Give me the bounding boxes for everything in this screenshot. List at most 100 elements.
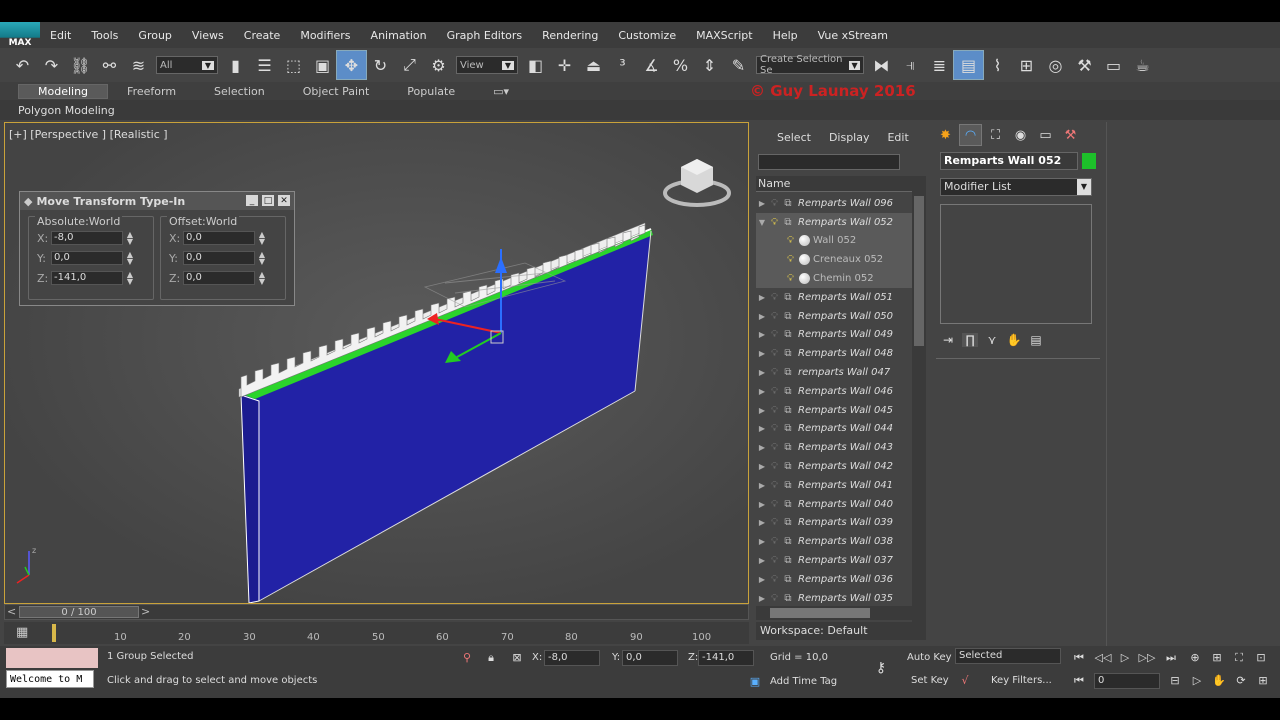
menu-tools[interactable]: Tools (81, 29, 128, 42)
explorer-child-row[interactable]: 💡︎ Wall 052 (756, 231, 912, 251)
show-end-result-icon[interactable]: ∏ (962, 333, 978, 347)
explorer-column-header[interactable]: Name (756, 176, 918, 192)
explorer-tab-display[interactable]: Display (820, 131, 879, 144)
explorer-row[interactable]: ▶ 💡︎ ⧉ Remparts Wall 038 (756, 532, 912, 551)
object-color-swatch[interactable] (1082, 153, 1096, 169)
explorer-row[interactable]: ▶ 💡︎ ⧉ Remparts Wall 041 (756, 476, 912, 495)
explorer-horizontal-scrollbar[interactable] (756, 606, 912, 620)
maximize-viewport-icon[interactable]: ⊞ (1254, 673, 1272, 689)
next-frame-icon[interactable]: ▷▷ (1138, 650, 1156, 666)
light-bulb-icon[interactable]: 💡︎ (768, 386, 781, 397)
explorer-row[interactable]: ▼ 💡︎ ⧉ Remparts Wall 052 (756, 212, 912, 232)
chevron-right-icon[interactable]: ▶ (756, 330, 768, 339)
menu-modifiers[interactable]: Modifiers (290, 29, 360, 42)
zoom-icon[interactable]: ⊕ (1186, 650, 1204, 666)
hierarchy-tab-icon[interactable]: ⛶ (984, 124, 1007, 146)
light-bulb-icon[interactable]: 💡︎ (768, 198, 781, 209)
explorer-tab-edit[interactable]: Edit (878, 131, 917, 144)
chevron-right-icon[interactable]: ▶ (756, 312, 768, 321)
current-frame-field[interactable]: 0 (1094, 673, 1160, 689)
tab-freeform[interactable]: Freeform (108, 85, 195, 98)
explorer-row[interactable]: ▶ 💡︎ ⧉ Remparts Wall 039 (756, 514, 912, 533)
light-bulb-icon[interactable]: 💡︎ (768, 517, 781, 528)
menu-rendering[interactable]: Rendering (532, 29, 608, 42)
tab-selection[interactable]: Selection (195, 85, 284, 98)
field-of-view-icon[interactable]: ▷ (1188, 673, 1206, 689)
curve-editor-icon[interactable]: ⌇ (983, 51, 1012, 79)
manipulate-icon[interactable]: ✛ (550, 51, 579, 79)
chevron-right-icon[interactable]: ▶ (756, 481, 768, 490)
light-bulb-icon[interactable]: 💡︎ (784, 254, 797, 265)
light-bulb-icon[interactable]: 💡︎ (768, 292, 781, 303)
remove-modifier-icon[interactable]: ✋ (1006, 333, 1022, 347)
explorer-row[interactable]: ▶ 💡︎ ⧉ Remparts Wall 035 (756, 589, 912, 608)
menu-maxscript[interactable]: MAXScript (686, 29, 762, 42)
light-bulb-icon[interactable]: 💡︎ (768, 574, 781, 585)
explorer-row[interactable]: ▶ 💡︎ ⧉ Remparts Wall 046 (756, 382, 912, 401)
explorer-row[interactable]: ▶ 💡︎ ⧉ Remparts Wall 040 (756, 495, 912, 514)
select-and-place-icon[interactable]: ⚙ (424, 51, 453, 79)
chevron-right-icon[interactable]: ▶ (756, 349, 768, 358)
time-slider[interactable]: < 0 / 100 > (4, 604, 749, 620)
minimize-icon[interactable]: _ (245, 194, 259, 207)
app-logo-button[interactable]: MAX (0, 22, 40, 48)
snaps-toggle-icon[interactable]: ³ (608, 51, 637, 79)
key-mode-toggle-icon[interactable]: ⏮ (1070, 673, 1088, 689)
rampart-wall-model[interactable] (238, 222, 653, 603)
light-bulb-icon[interactable]: 💡︎ (768, 423, 781, 434)
light-bulb-icon[interactable]: 💡︎ (768, 499, 781, 510)
menu-group[interactable]: Group (128, 29, 182, 42)
zoom-all-icon[interactable]: ⊞ (1208, 650, 1226, 666)
explorer-row[interactable]: ▶ 💡︎ ⧉ Remparts Wall 049 (756, 326, 912, 345)
add-time-tag-button[interactable]: Add Time Tag (770, 674, 837, 690)
light-bulb-icon[interactable]: 💡︎ (768, 367, 781, 378)
explorer-child-row[interactable]: 💡︎ Creneaux 052 (756, 250, 912, 270)
chevron-right-icon[interactable]: ▶ (756, 518, 768, 527)
zoom-extents-all-icon[interactable]: ⊡ (1252, 650, 1270, 666)
light-bulb-icon[interactable]: 💡︎ (768, 480, 781, 491)
go-to-start-icon[interactable]: ⏮ (1070, 650, 1088, 666)
zoom-extents-icon[interactable]: ⛶ (1230, 650, 1248, 666)
workspace-dropdown[interactable]: Workspace: Default (756, 622, 926, 640)
layer-manager-icon[interactable]: ≣ (925, 51, 954, 79)
chevron-right-icon[interactable]: ▶ (756, 368, 768, 377)
make-unique-icon[interactable]: ⋎ (984, 333, 1000, 347)
selection-lock-icon[interactable]: 🔒︎ (482, 650, 500, 666)
explorer-tab-select[interactable]: Select (768, 131, 820, 144)
schematic-view-icon[interactable]: ⊞ (1012, 51, 1041, 79)
abs-y-field[interactable]: 0,0 (51, 251, 123, 265)
pivot-center-icon[interactable]: ◧ (521, 51, 550, 79)
time-prev-button[interactable]: < (7, 605, 16, 618)
light-bulb-icon[interactable]: 💡︎ (768, 405, 781, 416)
display-tab-icon[interactable]: ▭ (1034, 124, 1057, 146)
chevron-right-icon[interactable]: ▶ (756, 537, 768, 546)
previous-frame-icon[interactable]: ◁◁ (1094, 650, 1112, 666)
off-y-spinner[interactable]: ▲ ▼ (257, 251, 267, 266)
tab-populate[interactable]: Populate (388, 85, 474, 98)
key-selection-dropdown[interactable]: Selected (955, 648, 1061, 664)
add-time-tag-icon[interactable]: ▣ (746, 674, 764, 690)
explorer-row[interactable]: ▶ 💡︎ ⧉ Remparts Wall 043 (756, 438, 912, 457)
chevron-right-icon[interactable]: ▶ (756, 462, 768, 471)
chevron-right-icon[interactable]: ▶ (756, 575, 768, 584)
bind-space-warp-icon[interactable]: ≋ (124, 51, 153, 79)
select-and-rotate-icon[interactable]: ↻ (366, 51, 395, 79)
maxscript-mini-listener[interactable] (6, 648, 98, 668)
motion-tab-icon[interactable]: ◉ (1009, 124, 1032, 146)
time-slider-knob[interactable]: 0 / 100 (19, 606, 139, 618)
chevron-right-icon[interactable]: ▶ (756, 500, 768, 509)
explorer-row[interactable]: ▶ 💡︎ ⧉ Remparts Wall 042 (756, 457, 912, 476)
menu-views[interactable]: Views (182, 29, 234, 42)
light-bulb-icon[interactable]: 💡︎ (768, 329, 781, 340)
explorer-search-input[interactable] (758, 154, 900, 170)
menu-vue-xstream[interactable]: Vue xStream (808, 29, 898, 42)
menu-animation[interactable]: Animation (361, 29, 437, 42)
explorer-row[interactable]: ▶ 💡︎ ⧉ Remparts Wall 044 (756, 420, 912, 439)
create-tab-icon[interactable]: ✸ (934, 124, 957, 146)
chevron-right-icon[interactable]: ▶ (756, 387, 768, 396)
render-setup-icon[interactable]: ⚒ (1070, 51, 1099, 79)
menu-create[interactable]: Create (234, 29, 291, 42)
light-bulb-icon[interactable]: 💡︎ (784, 235, 797, 246)
chevron-right-icon[interactable]: ▶ (756, 594, 768, 603)
light-bulb-icon[interactable]: 💡︎ (768, 536, 781, 547)
